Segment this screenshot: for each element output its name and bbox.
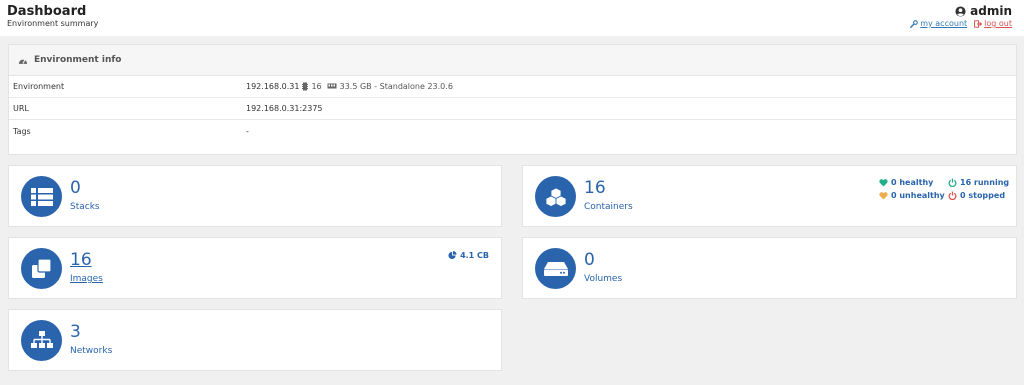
images-size-label: 4.1 CB: [460, 251, 489, 260]
unhealthy-label: 0 unhealthy: [891, 191, 945, 200]
images-size: 4.1 CB: [448, 251, 489, 260]
containers-icon-circle: [535, 176, 576, 217]
stacks-icon-circle: [21, 176, 62, 217]
healthy-label: 0 healthy: [891, 178, 934, 187]
tachometer-icon: [18, 58, 28, 64]
power-off-icon: [948, 178, 957, 187]
running-label: 16 running: [960, 178, 1010, 187]
environment-ip: 192.168.0.31: [246, 82, 300, 91]
containers-unhealthy: 0 unhealthy: [879, 191, 945, 200]
my-account-link[interactable]: my account: [910, 19, 967, 28]
sign-out-icon: [974, 19, 983, 28]
environment-row: Environment 192.168.0.31 16 33.5 GB - St…: [9, 76, 1016, 98]
networks-icon-circle: [21, 320, 62, 361]
stacks-count: 0: [70, 178, 81, 198]
power-off-icon-stopped: [948, 191, 957, 200]
page-subtitle: Environment summary: [7, 19, 99, 28]
volumes-count: 0: [584, 250, 595, 270]
log-out-label: log out: [984, 19, 1012, 28]
page-header: Dashboard Environment summary admin my a…: [0, 0, 1024, 36]
url-value: 192.168.0.31:2375: [246, 104, 323, 113]
volumes-label: Volumes: [584, 274, 623, 284]
th-list-icon: [30, 187, 53, 206]
wrench-icon: [910, 19, 919, 28]
cpu-icon: [302, 82, 309, 91]
volumes-card[interactable]: 0 Volumes: [522, 237, 1017, 299]
log-out-link[interactable]: log out: [974, 19, 1012, 28]
environment-value: 192.168.0.31 16 33.5 GB - Standalone 23.…: [246, 82, 453, 91]
containers-card[interactable]: 16 Containers 0 healthy 0 unhealthy 16 r…: [522, 165, 1017, 227]
user-links: my account log out: [910, 19, 1012, 28]
my-account-label: my account: [920, 19, 968, 28]
stacks-card[interactable]: 0 Stacks: [8, 165, 502, 227]
images-label[interactable]: Images: [70, 274, 103, 284]
sitemap-icon: [30, 330, 53, 348]
images-card[interactable]: 16 Images 4.1 CB: [8, 237, 502, 299]
environment-info-panel: Environment info Environment 192.168.0.3…: [8, 44, 1017, 155]
containers-healthy: 0 healthy: [879, 178, 933, 187]
environment-memory: 33.5 GB - Standalone 23.0.6: [339, 82, 453, 91]
stopped-label: 0 stopped: [960, 191, 1006, 200]
tags-key: Tags: [13, 126, 31, 136]
images-count[interactable]: 16: [70, 250, 92, 270]
memory-icon: [327, 83, 337, 89]
tags-value: -: [246, 126, 249, 136]
url-key: URL: [13, 104, 29, 113]
user-circle-icon: [955, 5, 966, 17]
pie-chart-icon: [448, 251, 457, 260]
tags-row: Tags -: [9, 120, 1016, 142]
environment-info-header: Environment info: [9, 45, 1016, 76]
user-info: admin: [955, 4, 1012, 18]
networks-count: 3: [70, 322, 81, 342]
environment-cpu: 16: [311, 82, 322, 91]
heart-icon: [879, 178, 888, 187]
environment-info-title: Environment info: [34, 55, 122, 65]
cubes-icon: [545, 187, 566, 207]
containers-label: Containers: [584, 202, 633, 212]
heart-icon-warning: [879, 191, 888, 200]
hdd-icon: [543, 261, 568, 276]
username: admin: [970, 4, 1012, 18]
url-row: URL 192.168.0.31:2375: [9, 98, 1016, 120]
environment-key: Environment: [13, 82, 65, 91]
volumes-icon-circle: [535, 248, 576, 289]
containers-stopped: 0 stopped: [948, 191, 1005, 200]
containers-count: 16: [584, 178, 606, 198]
clone-icon: [31, 258, 52, 278]
containers-running: 16 running: [948, 178, 1009, 187]
page-title: Dashboard: [7, 4, 87, 19]
stacks-label: Stacks: [70, 202, 100, 212]
networks-label: Networks: [70, 346, 113, 356]
networks-card[interactable]: 3 Networks: [8, 309, 502, 371]
images-icon-circle: [21, 248, 62, 289]
